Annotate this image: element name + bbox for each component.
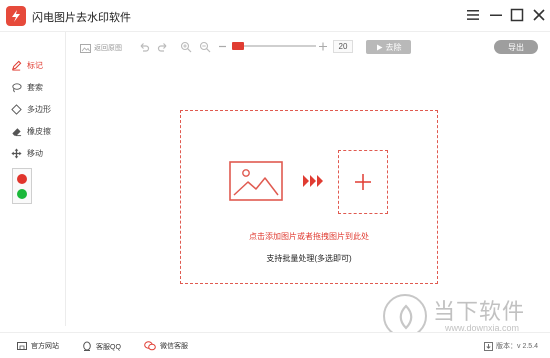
redo-button[interactable] [157, 41, 169, 53]
tool-polygon[interactable]: 多边形 [10, 100, 66, 118]
menu-button[interactable] [465, 7, 481, 23]
pencil-icon [10, 59, 22, 71]
zoom-in-icon [180, 41, 192, 53]
lasso-icon [10, 81, 22, 93]
wechat-support-link[interactable]: 微信客服 [144, 341, 188, 351]
app-logo [6, 6, 26, 26]
minimize-icon [490, 14, 502, 16]
remove-label: 去除 [385, 42, 402, 52]
wechat-icon [144, 341, 156, 351]
add-image-button[interactable] [338, 150, 388, 214]
version-info: 版本：v 2.5.4 [484, 341, 538, 351]
image-placeholder-icon [229, 161, 283, 201]
title-bar: 闪电图片去水印软件 [0, 0, 550, 32]
back-to-original-button[interactable]: 返回原图 [80, 43, 122, 53]
export-button[interactable]: 导出 [494, 40, 538, 54]
export-label: 导出 [508, 42, 524, 52]
tool-eraser-label: 橡皮擦 [27, 126, 51, 136]
move-icon [10, 147, 22, 159]
undo-button[interactable] [138, 41, 150, 53]
official-website-label: 官方网站 [31, 343, 59, 350]
official-website-link[interactable]: 官方网站 [17, 341, 59, 351]
version-label: 版本：v 2.5.4 [496, 343, 539, 350]
app-title: 闪电图片去水印软件 [32, 12, 131, 24]
eraser-icon [10, 125, 22, 137]
batch-hint-text: 支持批量处理(多选即可) [266, 254, 352, 263]
green-color-swatch[interactable] [17, 189, 27, 199]
download-icon [484, 341, 493, 351]
zoom-out-button[interactable] [199, 41, 211, 53]
minus-icon [219, 45, 226, 48]
forward-arrows-icon [303, 175, 323, 187]
tool-mark-label: 标记 [27, 60, 43, 70]
qq-support-label: 客服QQ [96, 343, 121, 351]
back-to-original-label: 返回原图 [94, 45, 122, 52]
tool-mark[interactable]: 标记 [10, 56, 66, 74]
red-color-swatch[interactable] [17, 174, 27, 184]
zoom-in-button[interactable] [180, 41, 192, 53]
maximize-icon [510, 8, 524, 22]
home-icon [17, 341, 27, 351]
drop-hint-text: 点击添加图片或者拖拽图片到此处 [249, 232, 369, 241]
wechat-support-label: 微信客服 [160, 343, 188, 350]
image-restore-icon [80, 43, 91, 53]
lightning-icon [12, 10, 20, 22]
tool-move-label: 移动 [27, 148, 43, 158]
slider-thumb[interactable] [232, 42, 244, 50]
tool-move[interactable]: 移动 [10, 144, 66, 162]
close-button[interactable] [531, 7, 547, 23]
plus-icon [319, 42, 327, 51]
qq-icon [82, 341, 92, 352]
brush-size-increase-button[interactable] [318, 41, 328, 52]
qq-support-link[interactable]: 客服QQ [82, 341, 121, 352]
zoom-out-icon [199, 41, 211, 53]
tool-lasso[interactable]: 套索 [10, 78, 66, 96]
brush-size-decrease-button[interactable] [218, 41, 227, 52]
brush-size-slider[interactable] [232, 45, 316, 47]
undo-icon [140, 43, 150, 52]
hamburger-icon [467, 10, 479, 20]
tool-sidebar: 标记 套索 多边形 橡皮擦 移动 [0, 32, 66, 326]
tool-lasso-label: 套索 [27, 82, 43, 92]
remove-watermark-button[interactable]: 去除 [366, 40, 411, 54]
tool-polygon-label: 多边形 [27, 104, 51, 114]
minimize-button[interactable] [488, 7, 504, 23]
maximize-button[interactable] [509, 7, 525, 23]
redo-icon [157, 43, 167, 52]
polygon-icon [10, 103, 22, 115]
tool-eraser[interactable]: 橡皮擦 [10, 122, 66, 140]
close-icon [533, 9, 545, 21]
color-picker [12, 168, 32, 204]
plus-icon [355, 174, 371, 190]
brush-size-value[interactable]: 20 [333, 40, 353, 53]
play-icon [376, 44, 382, 50]
